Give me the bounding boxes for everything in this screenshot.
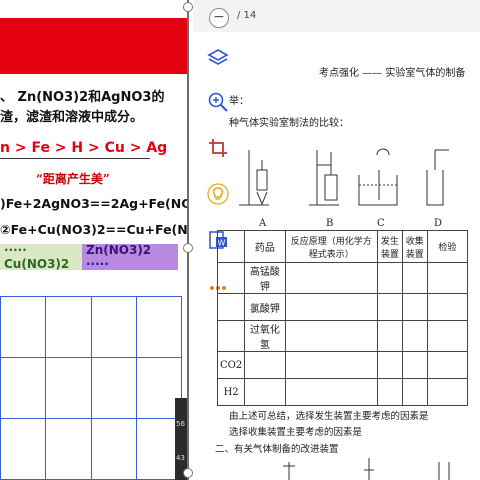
label-c: C <box>377 218 385 229</box>
equation-2: ②Fe+Cu(NO3)2==Cu+Fe(NO3)2 <box>0 222 188 237</box>
pdf-viewer: − / 14 W 考点强化 —— 实验室气体的制备 举： 种气体实验室制法的比较… <box>193 0 480 480</box>
summary-line-1: 由上述可总结，选择发生装置主要考虑的因素是 <box>229 411 429 422</box>
slide-line-1: 、 Zn(NO3)2和AgNO3的 <box>0 90 165 105</box>
row-co2: CO2 <box>216 351 246 379</box>
split-line <box>187 0 189 480</box>
viewer-toolbar: − / 14 <box>193 0 480 32</box>
handle-dot-bottom[interactable] <box>183 468 193 478</box>
row-kclo3: 氯酸钾 <box>244 293 286 321</box>
page-header: 考点强化 —— 实验室气体的制备 <box>319 68 466 79</box>
document-page: 考点强化 —— 实验室气体的制备 举： 种气体实验室制法的比较： A B C D… <box>215 40 480 480</box>
zoom-in-icon <box>208 92 228 112</box>
split-handle[interactable] <box>183 0 193 480</box>
label-d: D <box>434 218 443 229</box>
summary-line-2: 选择收集装置主要考虑的因素是 <box>229 427 363 438</box>
page-indicator[interactable]: / 14 <box>237 10 256 21</box>
layers-icon <box>207 49 229 65</box>
handle-dot-top[interactable] <box>183 2 193 12</box>
activity-order: n > Fe > H > Cu > Ag <box>0 140 168 156</box>
slide-top-margin <box>0 0 188 18</box>
zoom-out-button[interactable]: − <box>209 8 229 28</box>
slogan: “距离产生美” <box>36 172 110 186</box>
row-kmno4: 高锰酸钾 <box>244 262 286 294</box>
strip-zn: Zn(NO3)2 ····· <box>82 243 178 271</box>
gas-comparison-table: 药品 反应原理（用化学方程式表示） 发生装置 收集装置 检验 高锰酸钾 氯酸钾 … <box>216 230 469 406</box>
apparatus-figure <box>239 148 449 206</box>
improved-apparatus-figure <box>283 458 450 480</box>
lightbulb-icon <box>207 183 229 205</box>
answer-grid <box>0 296 183 480</box>
strip-cu: ····· Cu(NO3)2 <box>0 243 82 271</box>
slide-line-2: 渣，滤渣和溶液中成分。 <box>0 110 144 125</box>
handle-dot-middle[interactable] <box>183 243 193 253</box>
equation-1: )Fe+2AgNO3==2Ag+Fe(NO3)2 <box>0 196 188 211</box>
label-b: B <box>326 218 334 229</box>
row-h2: H2 <box>216 378 246 406</box>
label-a: A <box>259 218 267 229</box>
crop-icon <box>209 139 227 157</box>
slide-title-bar <box>0 18 188 74</box>
row-h2o2: 过氧化氢 <box>244 320 286 352</box>
order-underline <box>0 158 150 159</box>
slide-panel: 、 Zn(NO3)2和AgNO3的 渣，滤渣和溶液中成分。 n > Fe > H… <box>0 0 188 480</box>
section-fragment: 举： <box>229 96 249 107</box>
